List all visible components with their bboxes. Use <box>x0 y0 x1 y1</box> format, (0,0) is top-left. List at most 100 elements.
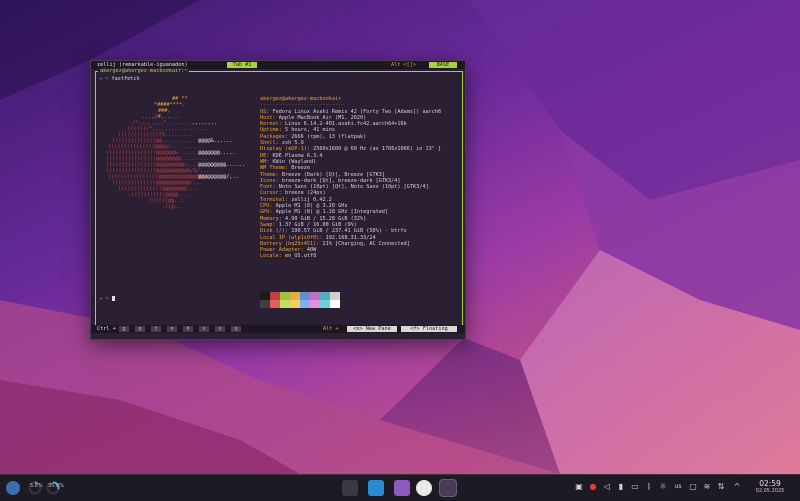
info-key: Cursor: <box>260 190 282 197</box>
color-swatch <box>300 300 310 308</box>
info-value: 2560x1600 @ 60 Hz (as 1706x1066) in 13" … <box>313 146 442 153</box>
svg-text:@@@@@@@@@/,..: @@@@@@@@@/,.. <box>198 174 239 180</box>
second-prompt: → ~ <box>99 296 109 302</box>
info-key: Display (eDP-1): <box>260 146 310 153</box>
firefox-app-icon[interactable] <box>416 480 432 496</box>
terminal-app-icon[interactable] <box>342 480 358 496</box>
files-app-icon[interactable] <box>394 480 410 496</box>
info-value: zsh 5.9 <box>281 140 304 147</box>
color-swatch <box>330 292 340 300</box>
info-key: WM Theme: <box>260 165 289 172</box>
keyboard-layout[interactable]: us <box>672 482 684 492</box>
terminal-window[interactable]: zellij (remarkable-iguanadon) Tab #1 Alt… <box>90 60 466 340</box>
color-swatch <box>320 292 330 300</box>
color-swatch <box>270 292 280 300</box>
notifications-icon[interactable]: ● <box>588 482 598 492</box>
info-value: Noto Sans (10pt) [Qt], Noto Sans (10pt) … <box>278 184 429 191</box>
cpu-usage: 5.8% <box>30 483 43 489</box>
battery-icon[interactable]: ▮ <box>616 482 626 492</box>
fedora-ascii-logo: ## ** *####****. ###, ...,/#,..... /*,,,… <box>106 96 245 210</box>
info-value: en_US.utf8 <box>285 253 317 260</box>
display-icon[interactable]: ▢ <box>688 482 698 492</box>
prompt-dir: ~ <box>105 76 109 82</box>
info-value: breeze (24px) <box>285 190 326 197</box>
clock[interactable]: 02:59 02.05.2025 <box>748 479 792 495</box>
info-value: Fedora Linux Asahi Remix 42 (Forty Two [… <box>272 108 442 115</box>
info-key: Swap: <box>260 221 276 228</box>
info-key: Uptime: <box>260 127 282 134</box>
svg-text:@@@@@@@.....: @@@@@@@..... <box>198 150 235 156</box>
pane-title: akergez@akergez-macbookair:~ <box>98 68 190 75</box>
color-swatch <box>300 292 310 300</box>
disk-icon[interactable]: ▭ <box>630 482 640 492</box>
info-value: 2666 (rpm), 13 (flatpak) <box>291 133 367 140</box>
new-pane-hint[interactable]: <n> New Pane <box>347 326 397 332</box>
terminal-pane[interactable]: akergez@akergez-macbookair:~ → ~ fastfet… <box>95 68 463 329</box>
info-value: Apple MacBook Air (M1, 2020) <box>278 114 367 121</box>
mode-key-q[interactable]: q <box>231 326 241 332</box>
info-key: Packages: <box>260 133 289 140</box>
svg-text:@@@@&.,....: @@@@&.,.... <box>198 138 232 144</box>
svg-text:,,,,,,,,: ,,,,,,,, <box>192 120 217 126</box>
mode-alt: Alt <[]> <box>391 62 416 68</box>
tab-1[interactable]: Tab #1 <box>227 62 257 68</box>
clock-date: 02.05.2025 <box>755 488 785 494</box>
info-value: Apple M1 (8) @ 1.28 GHz [Integrated] <box>275 209 389 216</box>
brightness-icon[interactable]: ☼ <box>658 482 668 492</box>
mode-key-s[interactable]: s <box>199 326 209 332</box>
info-value: 192.168.31.33/24 <box>325 234 376 241</box>
info-key: Locale: <box>260 253 282 260</box>
wifi-icon[interactable]: ≋ <box>702 482 712 492</box>
color-swatch <box>310 300 320 308</box>
info-key: Disk (/): <box>260 228 289 235</box>
info-key: GPU: <box>260 209 273 216</box>
second-prompt-line[interactable]: → ~ <box>99 296 115 302</box>
svg-text:@@@@@@@@@......: @@@@@@@@@...... <box>198 162 245 168</box>
mode-key-h[interactable]: h <box>183 326 193 332</box>
info-key: Font: <box>260 184 276 191</box>
volume-icon[interactable]: ◁ <box>602 482 612 492</box>
color-swatch <box>280 300 290 308</box>
info-value: 21% [Charging, AC Connected] <box>322 240 410 247</box>
mode-key-g[interactable]: g <box>119 326 129 332</box>
info-value: KWin (Wayland) <box>272 158 317 165</box>
info-value: Breeze (Dark) [Qt], Breeze [GTK3] <box>281 171 385 178</box>
info-key: Icons: <box>260 177 279 184</box>
mode-key-t[interactable]: t <box>151 326 161 332</box>
color-swatch <box>290 292 300 300</box>
color-swatch <box>290 300 300 308</box>
mode-base: BASE <box>429 62 457 68</box>
ctrl-label: Ctrl + <box>97 326 116 332</box>
prompt-arrow: → <box>99 76 103 82</box>
info-row: Locale: en_US.utf8 <box>260 253 460 259</box>
network-icon[interactable]: ⇅ <box>716 482 726 492</box>
info-key: Power Adapter: <box>260 247 304 254</box>
color-swatch <box>270 300 280 308</box>
info-key: DE: <box>260 152 270 159</box>
color-swatch <box>310 292 320 300</box>
zellij-app-icon[interactable] <box>439 479 457 497</box>
color-palette <box>260 292 344 308</box>
bluetooth-icon[interactable]: ᛒ <box>644 482 654 492</box>
info-key: Memory: <box>260 215 282 222</box>
mode-key-n[interactable]: n <box>167 326 177 332</box>
info-value: 4.90 GiB / 15.28 GiB (32%) <box>285 215 367 222</box>
clipboard-icon[interactable]: ▣ <box>574 482 584 492</box>
info-key: Terminal: <box>260 196 289 203</box>
color-swatch <box>330 300 340 308</box>
discover-app-icon[interactable] <box>368 480 384 496</box>
info-value: Linux 6.14.2-401.asahi.fc42.aarch64+16k <box>285 121 407 128</box>
clock-time: 02:59 <box>759 479 781 488</box>
info-key: OS: <box>260 108 270 115</box>
info-key: Shell: <box>260 140 279 147</box>
info-value: zellij 0.42.2 <box>291 196 332 203</box>
info-key: Battery (bq20z451): <box>260 240 320 247</box>
tray-expand-icon[interactable]: ^ <box>732 482 742 492</box>
info-value: Apple M1 (8) @ 3.20 GHz <box>275 203 348 210</box>
mode-key-p[interactable]: p <box>135 326 145 332</box>
fedora-launcher-icon[interactable] <box>6 481 20 495</box>
info-value: 190.57 GiB / 237.41 GiB (56%) - btrfs <box>291 228 407 235</box>
mode-key-o[interactable]: o <box>215 326 225 332</box>
floating-hint[interactable]: <f> Floating <box>401 326 457 332</box>
info-key: Theme: <box>260 171 279 178</box>
